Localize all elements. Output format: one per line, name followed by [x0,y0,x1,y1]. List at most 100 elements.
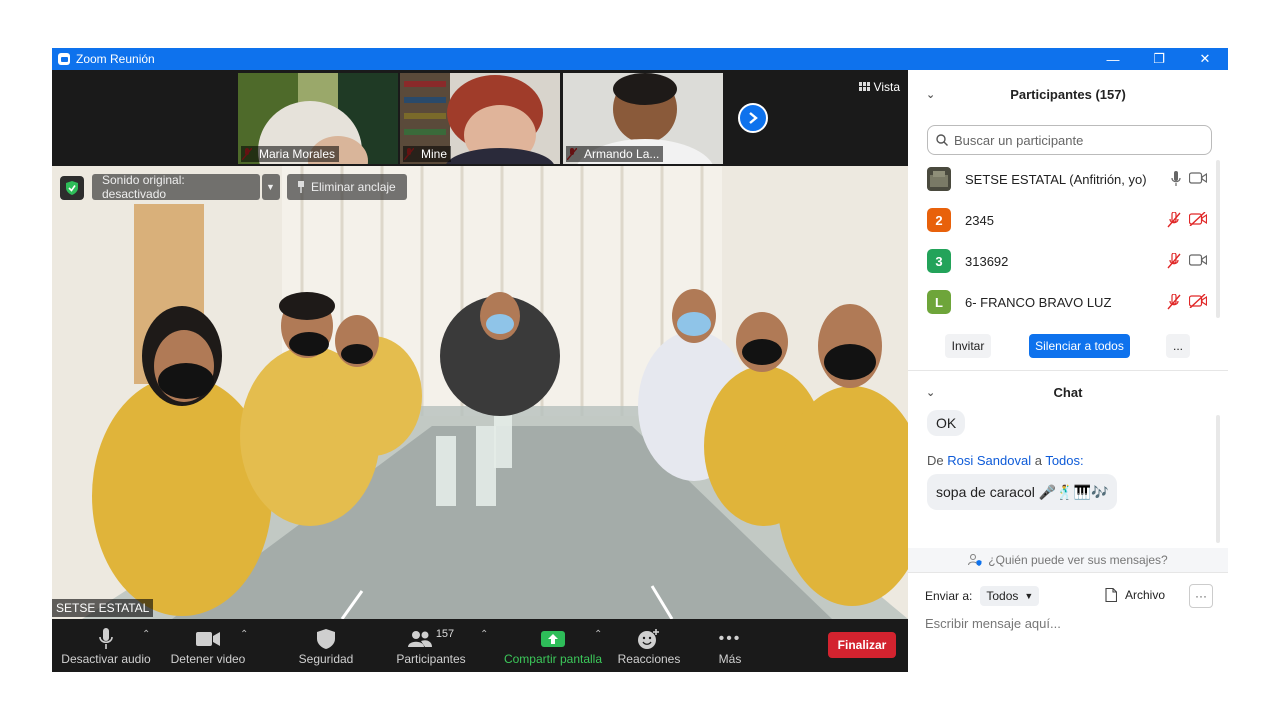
participants-scrollbar[interactable] [1216,160,1220,318]
more-label: Más [718,652,742,666]
divider [908,370,1228,371]
participants-options-caret[interactable]: ⌃ [480,629,488,640]
muted-mic-icon [1167,294,1181,310]
chat-message: OK [927,410,966,436]
microphone-icon [1171,171,1181,186]
participant-row[interactable]: L 6- FRANCO BRAVO LUZ [927,287,1207,317]
side-panel: ⌄ Participantes (157) Buscar un particip… [908,70,1228,672]
next-page-button[interactable] [738,103,768,133]
stop-video-label: Detener video [170,652,246,666]
video-options-caret[interactable]: ⌃ [240,629,248,640]
thumbnail-strip: Maria Morales Mine Armando La... Vista [52,70,908,166]
pin-icon [298,181,304,193]
original-sound-button[interactable]: Sonido original: desactivado [92,173,260,201]
chat-sender-name[interactable]: Rosi Sandoval [947,453,1031,468]
audio-options-caret[interactable]: ⌃ [142,629,150,640]
minimize-button[interactable]: — [1090,48,1136,70]
shield-check-icon [66,181,78,195]
zoom-window: Zoom Reunión — ❐ ✕ Maria Morales Mine Ar… [52,48,1228,672]
shield-icon [317,629,335,649]
video-off-icon [1189,294,1207,308]
divider [908,572,1228,573]
title-bar: Zoom Reunión — ❐ ✕ [52,48,1228,70]
grid-icon [858,82,870,91]
smiley-icon [638,629,659,649]
chat-from-connector: a [1034,453,1042,468]
participants-more-button[interactable]: ... [1166,334,1190,358]
participants-title: Participantes (157) [1010,86,1126,102]
participants-button[interactable]: 157 Participantes [392,619,470,672]
share-screen-label: Compartir pantalla [503,652,603,666]
avatar: 2 [927,208,951,232]
chat-message-input[interactable]: Escribir mensaje aquí... [925,616,1061,631]
view-label: Vista [873,80,900,94]
restore-button[interactable]: ❐ [1136,48,1182,70]
invite-button[interactable]: Invitar [945,334,991,358]
mute-all-button[interactable]: Silenciar a todos [1029,334,1130,358]
muted-mic-icon [1167,253,1181,269]
chat-title: Chat [1053,384,1083,400]
avatar-image [927,167,951,191]
chat-sender: De Rosi Sandoval a Todos: [927,453,1084,468]
chat-recipient: Todos: [1045,453,1084,468]
end-meeting-button[interactable]: Finalizar [828,632,896,658]
participant-name: 313692 [965,253,1009,269]
participants-header: ⌄ Participantes (157) [908,76,1228,112]
video-thumbnail[interactable]: Armando La... [563,73,723,164]
avatar: L [927,290,951,314]
security-button[interactable]: Seguridad [292,619,360,672]
participants-icon [407,631,432,647]
participant-row[interactable]: SETSE ESTATAL (Anfitrión, yo) [927,164,1207,194]
view-button[interactable]: Vista [858,80,900,94]
original-sound-label: Sonido original: desactivado [102,173,185,201]
main-video[interactable]: Sonido original: desactivado ▼ Eliminar … [52,166,908,619]
avatar [927,167,951,191]
video-camera-icon [1189,254,1207,266]
reactions-label: Reacciones [617,652,681,666]
close-button[interactable]: ✕ [1182,48,1228,70]
chat-message: sopa de caracol 🎤🕺🎹🎶 [927,474,1118,510]
chevron-down-icon[interactable]: ⌄ [926,386,935,399]
participant-row[interactable]: 2 2345 [927,205,1207,235]
participant-search-input[interactable]: Buscar un participante [927,125,1212,155]
unpin-label: Eliminar anclaje [311,180,396,194]
participant-name: 6- FRANCO BRAVO LUZ [965,294,1112,310]
share-screen-button[interactable]: Compartir pantalla [500,619,606,672]
stop-video-button[interactable]: Detener video [164,619,252,672]
chat-header: ⌄ Chat [908,374,1228,410]
participant-name: SETSE ESTATAL (Anfitrión, yo) [965,171,1147,187]
meeting-toolbar: Desactivar audio ⌃ Detener video ⌃ Segur… [52,619,908,672]
mute-audio-button[interactable]: Desactivar audio [60,619,152,672]
who-can-see-messages[interactable]: ¿Quién puede ver sus mensajes? [908,548,1228,572]
participant-name: 2345 [965,212,994,228]
send-to-select[interactable]: Todos ▼ [980,586,1040,606]
participants-count: 157 [435,628,455,640]
speaker-name-label: SETSE ESTATAL [52,599,154,617]
chevron-down-icon[interactable]: ⌄ [926,88,935,101]
window-title: Zoom Reunión [76,52,155,66]
search-icon [936,134,948,146]
original-sound-dropdown[interactable]: ▼ [262,174,280,200]
reactions-button[interactable]: Reacciones [616,619,682,672]
file-button[interactable]: Archivo [1105,588,1165,602]
more-button[interactable]: ••• Más [708,619,752,672]
search-placeholder: Buscar un participante [954,132,1084,148]
muted-mic-icon [1167,212,1181,228]
file-icon [1105,588,1117,602]
send-to-value: Todos [986,589,1019,603]
chat-scrollbar[interactable] [1216,415,1220,543]
zoom-app-icon [58,53,70,65]
more-dots-icon: ••• [718,630,742,647]
chevron-right-icon [749,112,758,124]
user-shield-icon [968,554,982,566]
participant-row[interactable]: 3 313692 [927,246,1207,276]
video-thumbnail[interactable]: Mine [400,73,560,164]
chat-more-button[interactable]: ··· [1189,584,1213,608]
unpin-button[interactable]: Eliminar anclaje [287,174,407,200]
chevron-down-icon: ▼ [1024,591,1034,601]
thumbnail-name: Mine [403,146,452,162]
security-shield-icon[interactable] [60,176,84,200]
share-options-caret[interactable]: ⌃ [594,629,602,640]
file-label: Archivo [1125,588,1166,602]
video-thumbnail[interactable]: Maria Morales [238,73,398,164]
